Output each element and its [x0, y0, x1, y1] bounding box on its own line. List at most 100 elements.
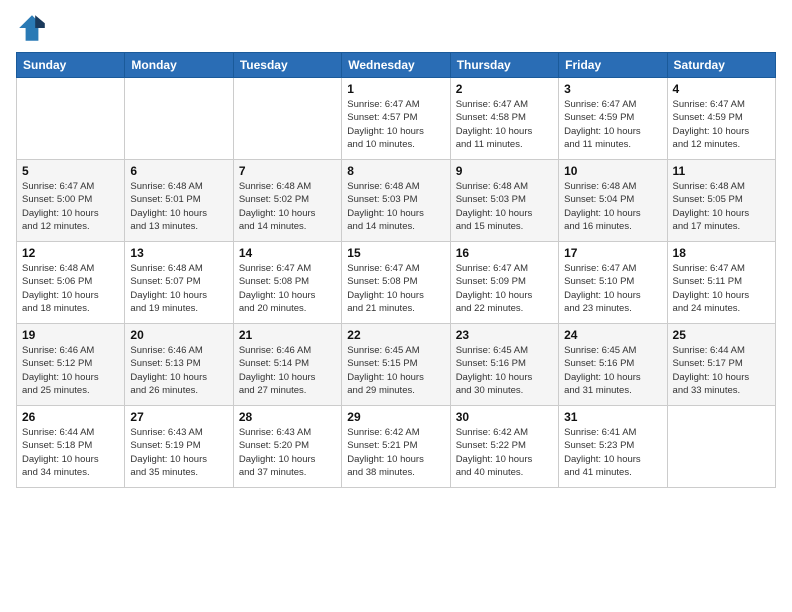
day-cell: 19 Sunrise: 6:46 AM Sunset: 5:12 PM Dayli… [17, 324, 125, 406]
day-info: Sunrise: 6:47 AM Sunset: 4:58 PM Dayligh… [456, 98, 553, 151]
day-info: Sunrise: 6:41 AM Sunset: 5:23 PM Dayligh… [564, 426, 661, 479]
col-header-friday: Friday [559, 53, 667, 78]
day-number: 15 [347, 246, 444, 260]
week-row-3: 12 Sunrise: 6:48 AM Sunset: 5:06 PM Dayli… [17, 242, 776, 324]
day-cell: 8 Sunrise: 6:48 AM Sunset: 5:03 PM Daylig… [342, 160, 450, 242]
day-info: Sunrise: 6:42 AM Sunset: 5:21 PM Dayligh… [347, 426, 444, 479]
day-info: Sunrise: 6:47 AM Sunset: 5:09 PM Dayligh… [456, 262, 553, 315]
day-info: Sunrise: 6:44 AM Sunset: 5:18 PM Dayligh… [22, 426, 119, 479]
header [16, 12, 776, 44]
day-number: 19 [22, 328, 119, 342]
day-info: Sunrise: 6:48 AM Sunset: 5:07 PM Dayligh… [130, 262, 227, 315]
day-number: 3 [564, 82, 661, 96]
week-row-2: 5 Sunrise: 6:47 AM Sunset: 5:00 PM Daylig… [17, 160, 776, 242]
day-info: Sunrise: 6:48 AM Sunset: 5:05 PM Dayligh… [673, 180, 770, 233]
day-cell: 28 Sunrise: 6:43 AM Sunset: 5:20 PM Dayli… [233, 406, 341, 488]
logo-icon [16, 12, 48, 44]
day-number: 1 [347, 82, 444, 96]
day-cell [17, 78, 125, 160]
day-number: 10 [564, 164, 661, 178]
day-cell: 25 Sunrise: 6:44 AM Sunset: 5:17 PM Dayli… [667, 324, 775, 406]
day-number: 21 [239, 328, 336, 342]
day-info: Sunrise: 6:45 AM Sunset: 5:15 PM Dayligh… [347, 344, 444, 397]
day-info: Sunrise: 6:47 AM Sunset: 5:11 PM Dayligh… [673, 262, 770, 315]
day-info: Sunrise: 6:48 AM Sunset: 5:04 PM Dayligh… [564, 180, 661, 233]
day-cell [125, 78, 233, 160]
day-cell: 27 Sunrise: 6:43 AM Sunset: 5:19 PM Dayli… [125, 406, 233, 488]
day-info: Sunrise: 6:48 AM Sunset: 5:03 PM Dayligh… [347, 180, 444, 233]
calendar-table: SundayMondayTuesdayWednesdayThursdayFrid… [16, 52, 776, 488]
day-info: Sunrise: 6:44 AM Sunset: 5:17 PM Dayligh… [673, 344, 770, 397]
day-info: Sunrise: 6:46 AM Sunset: 5:14 PM Dayligh… [239, 344, 336, 397]
day-number: 8 [347, 164, 444, 178]
day-number: 25 [673, 328, 770, 342]
day-number: 9 [456, 164, 553, 178]
day-cell [667, 406, 775, 488]
day-cell: 29 Sunrise: 6:42 AM Sunset: 5:21 PM Dayli… [342, 406, 450, 488]
week-row-1: 1 Sunrise: 6:47 AM Sunset: 4:57 PM Daylig… [17, 78, 776, 160]
day-cell: 9Sunrise: 6:48 AM Sunset: 5:03 PM Daylig… [450, 160, 558, 242]
day-cell: 24Sunrise: 6:45 AM Sunset: 5:16 PM Dayli… [559, 324, 667, 406]
day-info: Sunrise: 6:47 AM Sunset: 5:08 PM Dayligh… [239, 262, 336, 315]
day-number: 28 [239, 410, 336, 424]
day-info: Sunrise: 6:47 AM Sunset: 5:00 PM Dayligh… [22, 180, 119, 233]
col-header-saturday: Saturday [667, 53, 775, 78]
day-cell: 20 Sunrise: 6:46 AM Sunset: 5:13 PM Dayli… [125, 324, 233, 406]
day-number: 5 [22, 164, 119, 178]
day-number: 18 [673, 246, 770, 260]
day-cell: 14 Sunrise: 6:47 AM Sunset: 5:08 PM Dayli… [233, 242, 341, 324]
day-cell: 16 Sunrise: 6:47 AM Sunset: 5:09 PM Dayli… [450, 242, 558, 324]
logo [16, 12, 52, 44]
day-cell [233, 78, 341, 160]
day-number: 16 [456, 246, 553, 260]
day-info: Sunrise: 6:47 AM Sunset: 4:59 PM Dayligh… [673, 98, 770, 151]
col-header-sunday: Sunday [17, 53, 125, 78]
day-cell: 18 Sunrise: 6:47 AM Sunset: 5:11 PM Dayli… [667, 242, 775, 324]
day-cell: 7Sunrise: 6:48 AM Sunset: 5:02 PM Daylig… [233, 160, 341, 242]
day-info: Sunrise: 6:45 AM Sunset: 5:16 PM Dayligh… [564, 344, 661, 397]
day-info: Sunrise: 6:47 AM Sunset: 5:10 PM Dayligh… [564, 262, 661, 315]
col-header-thursday: Thursday [450, 53, 558, 78]
week-row-5: 26Sunrise: 6:44 AM Sunset: 5:18 PM Dayli… [17, 406, 776, 488]
day-info: Sunrise: 6:46 AM Sunset: 5:12 PM Dayligh… [22, 344, 119, 397]
day-number: 27 [130, 410, 227, 424]
day-info: Sunrise: 6:47 AM Sunset: 4:57 PM Dayligh… [347, 98, 444, 151]
day-cell: 12 Sunrise: 6:48 AM Sunset: 5:06 PM Dayli… [17, 242, 125, 324]
col-header-monday: Monday [125, 53, 233, 78]
day-number: 2 [456, 82, 553, 96]
day-cell: 5 Sunrise: 6:47 AM Sunset: 5:00 PM Daylig… [17, 160, 125, 242]
day-number: 4 [673, 82, 770, 96]
day-number: 17 [564, 246, 661, 260]
day-number: 14 [239, 246, 336, 260]
day-cell: 31 Sunrise: 6:41 AM Sunset: 5:23 PM Dayli… [559, 406, 667, 488]
col-header-tuesday: Tuesday [233, 53, 341, 78]
day-info: Sunrise: 6:47 AM Sunset: 4:59 PM Dayligh… [564, 98, 661, 151]
day-info: Sunrise: 6:42 AM Sunset: 5:22 PM Dayligh… [456, 426, 553, 479]
day-info: Sunrise: 6:48 AM Sunset: 5:06 PM Dayligh… [22, 262, 119, 315]
day-cell: 30Sunrise: 6:42 AM Sunset: 5:22 PM Dayli… [450, 406, 558, 488]
day-info: Sunrise: 6:48 AM Sunset: 5:01 PM Dayligh… [130, 180, 227, 233]
week-row-4: 19 Sunrise: 6:46 AM Sunset: 5:12 PM Dayli… [17, 324, 776, 406]
day-cell: 26Sunrise: 6:44 AM Sunset: 5:18 PM Dayli… [17, 406, 125, 488]
col-header-wednesday: Wednesday [342, 53, 450, 78]
day-cell: 4 Sunrise: 6:47 AM Sunset: 4:59 PM Daylig… [667, 78, 775, 160]
day-cell: 13 Sunrise: 6:48 AM Sunset: 5:07 PM Dayli… [125, 242, 233, 324]
day-cell: 10 Sunrise: 6:48 AM Sunset: 5:04 PM Dayli… [559, 160, 667, 242]
day-info: Sunrise: 6:43 AM Sunset: 5:19 PM Dayligh… [130, 426, 227, 479]
day-number: 31 [564, 410, 661, 424]
day-info: Sunrise: 6:43 AM Sunset: 5:20 PM Dayligh… [239, 426, 336, 479]
day-cell: 23Sunrise: 6:45 AM Sunset: 5:16 PM Dayli… [450, 324, 558, 406]
day-number: 29 [347, 410, 444, 424]
day-cell: 15Sunrise: 6:47 AM Sunset: 5:08 PM Dayli… [342, 242, 450, 324]
day-info: Sunrise: 6:46 AM Sunset: 5:13 PM Dayligh… [130, 344, 227, 397]
day-cell: 1 Sunrise: 6:47 AM Sunset: 4:57 PM Daylig… [342, 78, 450, 160]
day-cell: 11Sunrise: 6:48 AM Sunset: 5:05 PM Dayli… [667, 160, 775, 242]
calendar-header-row: SundayMondayTuesdayWednesdayThursdayFrid… [17, 53, 776, 78]
day-cell: 17 Sunrise: 6:47 AM Sunset: 5:10 PM Dayli… [559, 242, 667, 324]
day-number: 20 [130, 328, 227, 342]
day-cell: 22Sunrise: 6:45 AM Sunset: 5:15 PM Dayli… [342, 324, 450, 406]
day-cell: 21 Sunrise: 6:46 AM Sunset: 5:14 PM Dayli… [233, 324, 341, 406]
day-number: 13 [130, 246, 227, 260]
day-number: 12 [22, 246, 119, 260]
day-cell: 3 Sunrise: 6:47 AM Sunset: 4:59 PM Daylig… [559, 78, 667, 160]
